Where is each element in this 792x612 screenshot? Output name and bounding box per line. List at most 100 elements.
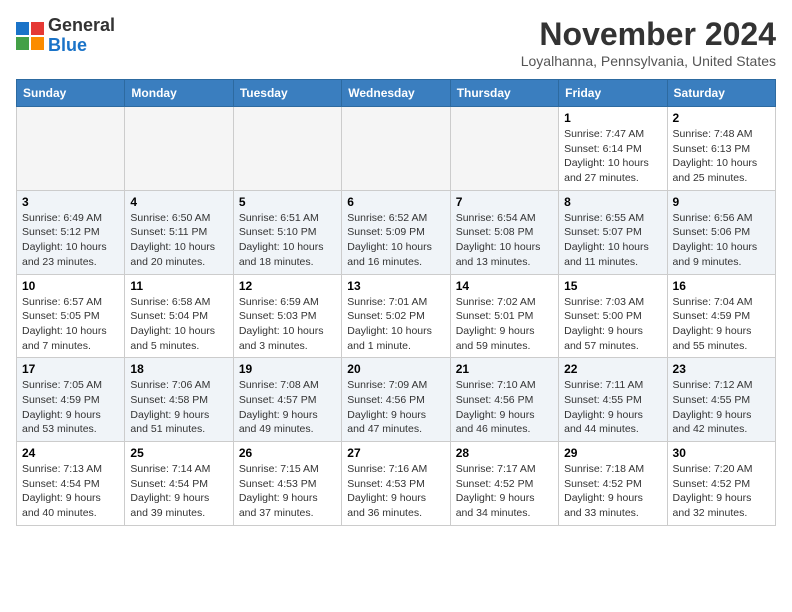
weekday-header-tuesday: Tuesday [233,80,341,107]
day-number: 11 [130,279,227,293]
day-number: 29 [564,446,661,460]
logo-text: General Blue [48,16,115,56]
weekday-header-sunday: Sunday [17,80,125,107]
calendar-cell: 8Sunrise: 6:55 AMSunset: 5:07 PMDaylight… [559,190,667,274]
day-number: 8 [564,195,661,209]
calendar-cell: 19 Sunrise: 7:08 AMSunset: 4:57 PMDayligh… [233,358,341,442]
day-number: 18 [130,362,227,376]
day-detail: Sunrise: 7:11 AMSunset: 4:55 PMDaylight:… [564,378,661,437]
day-detail: Sunrise: 7:08 AMSunset: 4:57 PMDaylight:… [239,378,336,437]
calendar-cell: 23 Sunrise: 7:12 AMSunset: 4:55 PMDayligh… [667,358,775,442]
weekday-header-monday: Monday [125,80,233,107]
day-detail: Sunrise: 7:15 AMSunset: 4:53 PMDaylight:… [239,462,336,521]
day-detail: Sunrise: 7:48 AMSunset: 6:13 PMDaylight:… [673,127,770,186]
day-number: 5 [239,195,336,209]
day-detail: Sunrise: 7:13 AMSunset: 4:54 PMDaylight:… [22,462,119,521]
calendar-cell: 24 Sunrise: 7:13 AMSunset: 4:54 PMDayligh… [17,442,125,526]
calendar-cell [342,107,450,191]
calendar-cell: 5 Sunrise: 6:51 AMSunset: 5:10 PMDaylight… [233,190,341,274]
location-subtitle: Loyalhanna, Pennsylvania, United States [521,53,776,69]
day-detail: Sunrise: 6:59 AMSunset: 5:03 PMDaylight:… [239,295,336,354]
calendar-cell: 12 Sunrise: 6:59 AMSunset: 5:03 PMDayligh… [233,274,341,358]
logo-general: General [48,15,115,35]
day-detail: Sunrise: 7:16 AMSunset: 4:53 PMDaylight:… [347,462,444,521]
day-detail: Sunrise: 7:06 AMSunset: 4:58 PMDaylight:… [130,378,227,437]
weekday-header-saturday: Saturday [667,80,775,107]
calendar-cell [125,107,233,191]
calendar-cell: 1 Sunrise: 7:47 AMSunset: 6:14 PMDaylight… [559,107,667,191]
logo-icon [16,22,44,50]
calendar-cell: 14 Sunrise: 7:02 AMSunset: 5:01 PMDayligh… [450,274,558,358]
calendar-cell: 20 Sunrise: 7:09 AMSunset: 4:56 PMDayligh… [342,358,450,442]
day-number: 6 [347,195,444,209]
calendar-table: SundayMondayTuesdayWednesdayThursdayFrid… [16,79,776,526]
day-detail: Sunrise: 7:47 AMSunset: 6:14 PMDaylight:… [564,127,661,186]
day-number: 16 [673,279,770,293]
calendar-cell: 13Sunrise: 7:01 AMSunset: 5:02 PMDayligh… [342,274,450,358]
day-number: 20 [347,362,444,376]
page-header: General Blue November 2024 Loyalhanna, P… [16,16,776,69]
calendar-week-row: 3Sunrise: 6:49 AMSunset: 5:12 PMDaylight… [17,190,776,274]
day-number: 23 [673,362,770,376]
calendar-cell: 29 Sunrise: 7:18 AMSunset: 4:52 PMDayligh… [559,442,667,526]
calendar-week-row: 24 Sunrise: 7:13 AMSunset: 4:54 PMDayligh… [17,442,776,526]
calendar-cell [450,107,558,191]
weekday-header-friday: Friday [559,80,667,107]
day-detail: Sunrise: 6:56 AMSunset: 5:06 PMDaylight:… [673,211,770,270]
calendar-cell: 2 Sunrise: 7:48 AMSunset: 6:13 PMDaylight… [667,107,775,191]
calendar-week-row: 1 Sunrise: 7:47 AMSunset: 6:14 PMDaylight… [17,107,776,191]
logo: General Blue [16,16,115,56]
day-detail: Sunrise: 6:50 AMSunset: 5:11 PMDaylight:… [130,211,227,270]
calendar-body: 1 Sunrise: 7:47 AMSunset: 6:14 PMDaylight… [17,107,776,526]
calendar-cell: 11Sunrise: 6:58 AMSunset: 5:04 PMDayligh… [125,274,233,358]
calendar-cell: 30Sunrise: 7:20 AMSunset: 4:52 PMDayligh… [667,442,775,526]
calendar-cell: 27Sunrise: 7:16 AMSunset: 4:53 PMDayligh… [342,442,450,526]
calendar-cell: 25 Sunrise: 7:14 AMSunset: 4:54 PMDayligh… [125,442,233,526]
day-number: 12 [239,279,336,293]
calendar-cell [17,107,125,191]
day-number: 10 [22,279,119,293]
calendar-cell: 15Sunrise: 7:03 AMSunset: 5:00 PMDayligh… [559,274,667,358]
day-detail: Sunrise: 7:12 AMSunset: 4:55 PMDaylight:… [673,378,770,437]
day-number: 25 [130,446,227,460]
day-number: 14 [456,279,553,293]
day-detail: Sunrise: 7:20 AMSunset: 4:52 PMDaylight:… [673,462,770,521]
day-number: 21 [456,362,553,376]
day-number: 26 [239,446,336,460]
calendar-cell: 6 Sunrise: 6:52 AMSunset: 5:09 PMDaylight… [342,190,450,274]
day-detail: Sunrise: 6:57 AMSunset: 5:05 PMDaylight:… [22,295,119,354]
day-detail: Sunrise: 7:17 AMSunset: 4:52 PMDaylight:… [456,462,553,521]
day-detail: Sunrise: 6:54 AMSunset: 5:08 PMDaylight:… [456,211,553,270]
day-detail: Sunrise: 7:02 AMSunset: 5:01 PMDaylight:… [456,295,553,354]
day-number: 2 [673,111,770,125]
calendar-week-row: 17Sunrise: 7:05 AMSunset: 4:59 PMDayligh… [17,358,776,442]
calendar-cell: 3Sunrise: 6:49 AMSunset: 5:12 PMDaylight… [17,190,125,274]
weekday-header-row: SundayMondayTuesdayWednesdayThursdayFrid… [17,80,776,107]
day-number: 17 [22,362,119,376]
calendar-cell: 7Sunrise: 6:54 AMSunset: 5:08 PMDaylight… [450,190,558,274]
day-number: 1 [564,111,661,125]
day-detail: Sunrise: 7:09 AMSunset: 4:56 PMDaylight:… [347,378,444,437]
day-number: 28 [456,446,553,460]
day-detail: Sunrise: 7:10 AMSunset: 4:56 PMDaylight:… [456,378,553,437]
day-number: 24 [22,446,119,460]
calendar-cell: 22Sunrise: 7:11 AMSunset: 4:55 PMDayligh… [559,358,667,442]
day-detail: Sunrise: 7:04 AMSunset: 4:59 PMDaylight:… [673,295,770,354]
calendar-week-row: 10 Sunrise: 6:57 AMSunset: 5:05 PMDayligh… [17,274,776,358]
calendar-cell: 4 Sunrise: 6:50 AMSunset: 5:11 PMDaylight… [125,190,233,274]
day-detail: Sunrise: 7:14 AMSunset: 4:54 PMDaylight:… [130,462,227,521]
weekday-header-thursday: Thursday [450,80,558,107]
day-number: 4 [130,195,227,209]
calendar-cell [233,107,341,191]
day-number: 9 [673,195,770,209]
weekday-header-wednesday: Wednesday [342,80,450,107]
day-detail: Sunrise: 6:52 AMSunset: 5:09 PMDaylight:… [347,211,444,270]
day-detail: Sunrise: 7:18 AMSunset: 4:52 PMDaylight:… [564,462,661,521]
day-number: 19 [239,362,336,376]
calendar-cell: 28 Sunrise: 7:17 AMSunset: 4:52 PMDayligh… [450,442,558,526]
calendar-header: SundayMondayTuesdayWednesdayThursdayFrid… [17,80,776,107]
day-detail: Sunrise: 6:51 AMSunset: 5:10 PMDaylight:… [239,211,336,270]
day-number: 13 [347,279,444,293]
month-title: November 2024 [521,16,776,53]
calendar-cell: 16 Sunrise: 7:04 AMSunset: 4:59 PMDayligh… [667,274,775,358]
